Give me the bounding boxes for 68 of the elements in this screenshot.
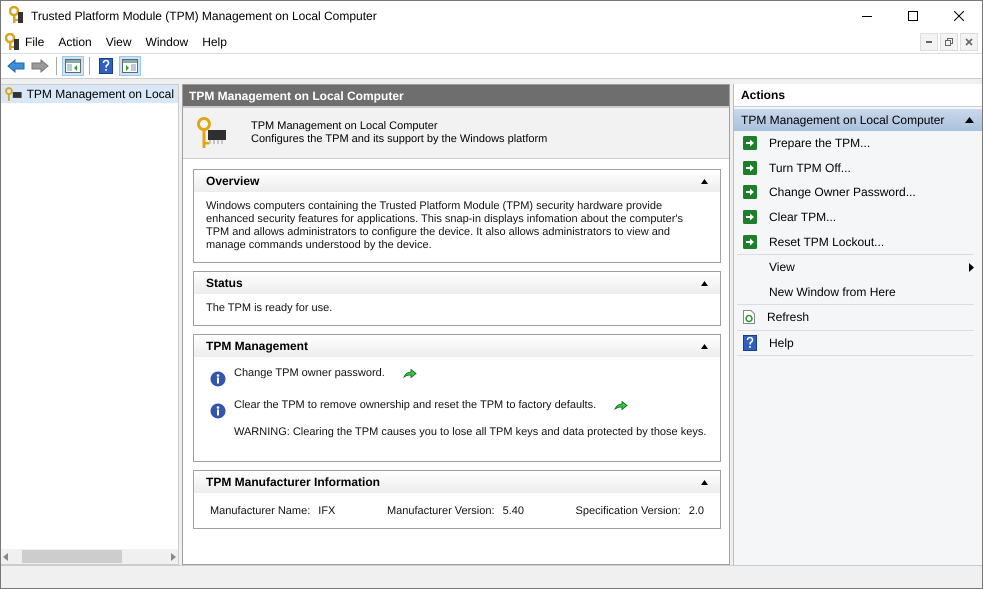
scroll-left-icon — [3, 552, 8, 560]
section-text: The TPM is ready for use. — [206, 302, 334, 315]
arrow-icon — [614, 400, 628, 410]
menu-item[interactable]: View — [100, 35, 140, 49]
window-title: Trusted Platform Module (TPM) Management on Local Computer — [31, 9, 378, 23]
collapse-icon[interactable] — [701, 280, 708, 286]
warning-text: WARNING: Clearing the TPM causes you to lose all TPM keys and data protected by those keys. — [234, 426, 706, 439]
info-icon — [210, 371, 226, 387]
tree-item[interactable]: TPM Management on Local — [1, 85, 178, 103]
field-label: Specification Version: — [576, 505, 681, 518]
snapin-description: Configures the TPM and its support by the Windows platform — [251, 133, 548, 146]
task-entry[interactable]: Change Owner Password... — [737, 180, 974, 205]
collapse-icon[interactable] — [701, 480, 708, 484]
field-label: Manufacturer Name: — [210, 505, 310, 518]
field-label: Manufacturer Version: — [386, 505, 495, 518]
key-chip-icon — [5, 87, 23, 101]
help-icon — [743, 335, 757, 352]
pane-header: TPM Management on Local Computer — [183, 85, 729, 108]
section-text: Windows computers containing the Trusted Platform Module (TPM) security hardware provide enhanced security features for applications. This snap-in displays infomation about the computer's TPM and allows administrators to configure the device. It also allows administrators to view and manage commands understood by the device. — [206, 200, 684, 252]
task-link[interactable]: Clear the TPM to remove ownership and reset the TPM to factory defaults. — [234, 399, 596, 412]
arrow-icon — [402, 368, 417, 378]
key-chip-icon — [195, 116, 229, 150]
menu-item[interactable]: Action — [52, 35, 100, 49]
collapse-icon[interactable] — [701, 344, 708, 348]
task-entry[interactable]: Prepare the TPM... — [737, 131, 974, 156]
field-value: 2.0 — [688, 505, 704, 518]
actions-header: Actions — [734, 84, 982, 107]
menu-item[interactable]: Help — [196, 35, 235, 49]
collapse-icon[interactable] — [701, 178, 708, 184]
task-entry[interactable]: Refresh — [737, 305, 974, 330]
task-entry[interactable]: View — [737, 254, 974, 280]
task-entry[interactable]: New Window from Here — [737, 280, 974, 304]
restore-icon — [945, 38, 953, 46]
actions-group-header[interactable]: TPM Management on Local Computer — [734, 109, 982, 131]
task-entry[interactable]: Clear TPM... — [737, 204, 974, 230]
section-title: Overview — [206, 174, 260, 188]
field-value: IFX — [318, 505, 336, 518]
app-icon — [5, 33, 19, 51]
tree-label: TPM Management on Local — [26, 87, 174, 101]
pane-toggle-icon[interactable] — [62, 56, 84, 76]
maximize-icon — [908, 11, 918, 21]
task-link[interactable]: Change TPM owner password. — [234, 367, 385, 380]
field-value: 5.40 — [502, 505, 524, 518]
section-title: TPM Management — [206, 339, 308, 353]
section-title: TPM Manufacturer Information — [206, 475, 380, 489]
horizontal-scrollbar[interactable] — [1, 549, 178, 564]
pane-toggle-icon[interactable] — [119, 56, 141, 76]
snapin-title: TPM Management on Local Computer — [251, 120, 438, 133]
minimize-button[interactable] — [920, 33, 938, 51]
task-entry[interactable]: Turn TPM Off... — [737, 156, 974, 180]
close-icon — [965, 38, 973, 46]
menu-item[interactable]: Window — [140, 35, 196, 49]
key-icon — [9, 6, 23, 24]
submenu-arrow-icon — [969, 262, 974, 272]
close-icon — [954, 11, 964, 21]
task-entry[interactable]: Reset TPM Lockout... — [737, 229, 974, 254]
info-icon — [210, 403, 226, 419]
refresh-icon — [743, 310, 755, 324]
task-entry[interactable]: Help — [737, 330, 974, 356]
restore-button[interactable] — [940, 33, 958, 51]
menu-item[interactable]: File — [19, 35, 52, 49]
forward-arrow-icon[interactable] — [29, 56, 51, 76]
minimize-icon — [926, 41, 932, 43]
back-arrow-icon[interactable] — [5, 56, 27, 76]
section-title: Status — [206, 276, 243, 290]
collapse-icon[interactable] — [965, 117, 974, 123]
scroll-right-icon — [171, 552, 176, 560]
group-title: TPM Management on Local Computer — [741, 113, 944, 127]
